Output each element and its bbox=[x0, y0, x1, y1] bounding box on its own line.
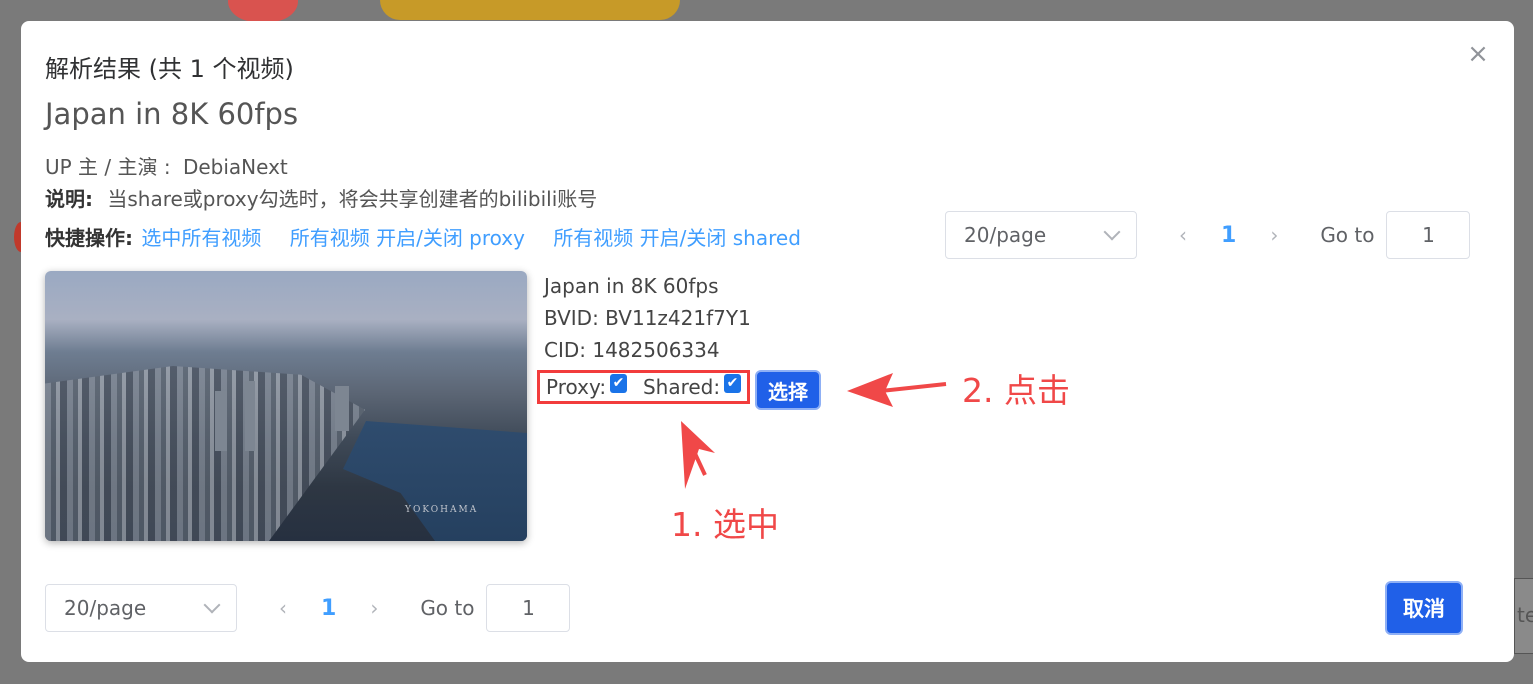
background-decoration bbox=[228, 0, 298, 22]
arrow-to-select-button bbox=[847, 373, 947, 407]
annotation-step1: 1. 选中 bbox=[671, 505, 779, 544]
video-bvid: BVID: BV11z421f7Y1 bbox=[544, 306, 751, 330]
parse-result-dialog: 解析结果 (共 1 个视频) × Japan in 8K 60fps UP 主 … bbox=[21, 21, 1514, 662]
goto-page-input[interactable]: 1 bbox=[486, 584, 571, 632]
proxy-label: Proxy: bbox=[546, 375, 607, 399]
uploader-line: UP 主 / 主演 : DebiaNext bbox=[45, 151, 288, 180]
video-title: Japan in 8K 60fps bbox=[544, 274, 719, 298]
background-input-fragment: te bbox=[1514, 578, 1533, 654]
goto-label: Go to bbox=[420, 596, 475, 620]
prev-page-icon[interactable]: ‹ bbox=[279, 596, 287, 620]
uploader-label: UP 主 / 主演 : bbox=[45, 155, 171, 179]
goto-page-input[interactable]: 1 bbox=[1386, 211, 1471, 259]
toggle-all-proxy-link[interactable]: 所有视频 开启/关闭 proxy bbox=[290, 226, 525, 250]
page-size-value: 20/page bbox=[64, 596, 147, 620]
prev-page-icon[interactable]: ‹ bbox=[1179, 223, 1187, 247]
thumbnail-watermark: YOKOHAMA bbox=[405, 505, 479, 515]
cancel-button[interactable]: 取消 bbox=[1385, 581, 1463, 635]
quick-actions: 快捷操作: 选中所有视频 所有视频 开启/关闭 proxy 所有视频 开启/关闭… bbox=[45, 222, 823, 251]
video-main-title: Japan in 8K 60fps bbox=[45, 97, 299, 131]
arrow-to-checkboxes bbox=[681, 421, 715, 489]
note-line: 说明: 当share或proxy勾选时，将会共享创建者的bilibili账号 bbox=[45, 183, 597, 212]
annotation-step2: 2. 点击 bbox=[962, 371, 1070, 410]
proxy-checkbox[interactable]: ✔ bbox=[610, 373, 627, 393]
select-button[interactable]: 选择 bbox=[755, 370, 821, 410]
note-value: 当share或proxy勾选时，将会共享创建者的bilibili账号 bbox=[107, 187, 598, 211]
close-icon[interactable]: × bbox=[1465, 41, 1491, 67]
goto-label: Go to bbox=[1320, 223, 1375, 247]
shared-checkbox[interactable]: ✔ bbox=[724, 373, 741, 393]
pagination-bottom: 20/page ‹ 1 › Go to 1 bbox=[45, 584, 571, 632]
page-size-select[interactable]: 20/page bbox=[945, 211, 1137, 259]
page-number[interactable]: 1 bbox=[1221, 223, 1236, 248]
background-decoration bbox=[380, 0, 680, 20]
video-thumbnail: YOKOHAMA bbox=[45, 271, 527, 541]
dialog-title: 解析结果 (共 1 个视频) bbox=[45, 55, 294, 83]
next-page-icon[interactable]: › bbox=[1270, 223, 1278, 247]
shared-label: Shared: bbox=[642, 375, 721, 399]
video-cid: CID: 1482506334 bbox=[544, 338, 720, 362]
toggle-all-shared-link[interactable]: 所有视频 开启/关闭 shared bbox=[553, 226, 801, 250]
next-page-icon[interactable]: › bbox=[370, 596, 378, 620]
chevron-down-icon bbox=[203, 596, 221, 614]
page-size-value: 20/page bbox=[964, 223, 1047, 247]
uploader-value: DebiaNext bbox=[182, 155, 288, 179]
chevron-down-icon bbox=[1103, 223, 1121, 241]
pagination-top: 20/page ‹ 1 › Go to 1 bbox=[945, 211, 1471, 259]
select-all-videos-link[interactable]: 选中所有视频 bbox=[141, 226, 261, 250]
page-size-select[interactable]: 20/page bbox=[45, 584, 237, 632]
video-options-highlight: Proxy: ✔ Shared: ✔ bbox=[537, 370, 750, 404]
note-label: 说明: bbox=[45, 187, 93, 211]
quick-actions-label: 快捷操作: bbox=[45, 226, 133, 250]
page-number[interactable]: 1 bbox=[321, 596, 336, 621]
